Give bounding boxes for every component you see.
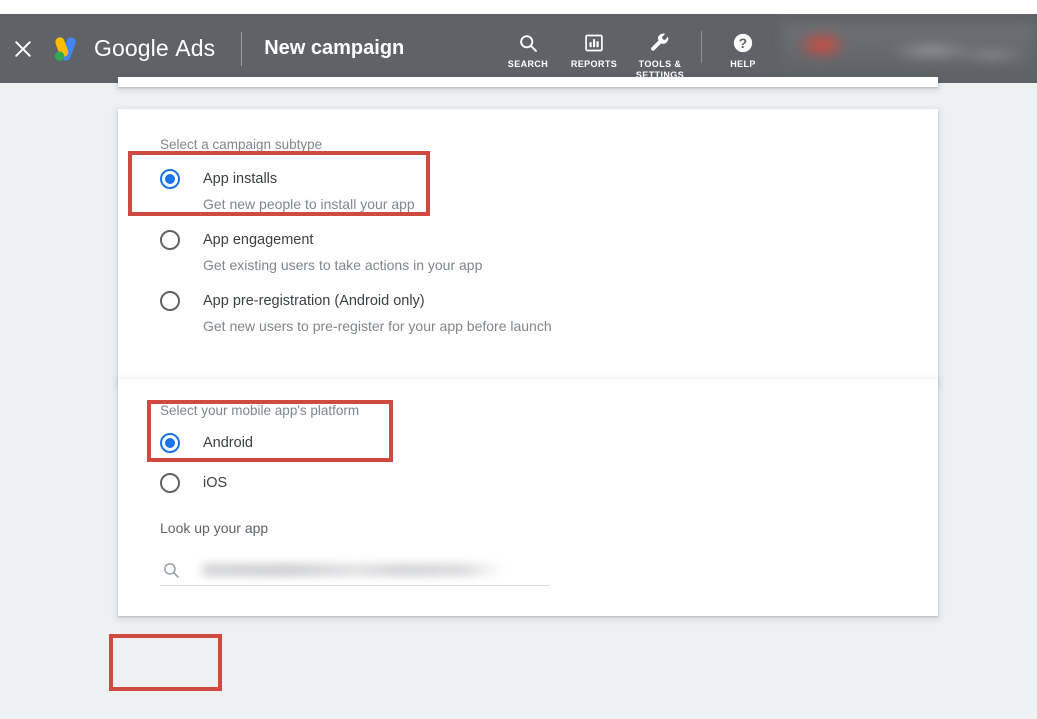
platform-option-android[interactable]: Android (160, 433, 253, 453)
campaign-setup-content: Select a campaign subtype App installs G… (0, 77, 1037, 719)
header-tool-search-label: SEARCH (507, 59, 549, 69)
page-title: New campaign (264, 37, 405, 59)
header-tool-search[interactable]: SEARCH (495, 31, 561, 70)
subtype-option-app-engagement[interactable]: App engagement Get existing users to tak… (160, 230, 482, 275)
app-header: Google Ads New campaign SEARCH REPORTS T… (0, 14, 1037, 83)
google-ads-logo-icon[interactable] (48, 32, 82, 66)
subtype-option-app-engagement-description: Get existing users to take actions in yo… (203, 257, 483, 273)
header-tools-divider (701, 31, 702, 63)
subtype-option-app-pre-registration[interactable]: App pre-registration (Android only) Get … (160, 291, 552, 336)
close-button[interactable] (0, 26, 46, 72)
brand-name: Google Ads (94, 35, 215, 62)
radio-app-engagement[interactable] (160, 230, 180, 250)
radio-android[interactable] (160, 433, 180, 453)
subtype-option-app-installs-title[interactable]: App installs (203, 169, 277, 189)
header-tool-reports[interactable]: REPORTS (561, 31, 627, 70)
google-ads-new-campaign-screen: Google Ads New campaign SEARCH REPORTS T… (0, 0, 1037, 719)
subtype-option-app-pre-registration-description: Get new users to pre-register for your a… (203, 318, 552, 334)
svg-text:?: ? (739, 36, 747, 51)
platform-option-ios[interactable]: iOS (160, 473, 227, 493)
help-question-icon: ? (732, 31, 754, 55)
subtype-option-app-pre-registration-title[interactable]: App pre-registration (Android only) (203, 291, 425, 311)
wrench-icon (649, 31, 671, 55)
reports-bar-chart-icon (584, 31, 604, 55)
header-tool-help[interactable]: ? HELP (710, 31, 776, 70)
platform-option-ios-title[interactable]: iOS (203, 473, 227, 493)
radio-ios[interactable] (160, 473, 180, 493)
campaign-subtype-label: Select a campaign subtype (160, 137, 323, 152)
brand-google: Google (94, 35, 169, 61)
app-search-value-redacted (198, 563, 504, 577)
mobile-platform-card: Select your mobile app's platform Androi… (118, 379, 938, 616)
look-up-your-app-label: Look up your app (160, 520, 269, 536)
mobile-platform-label: Select your mobile app's platform (160, 403, 360, 418)
account-info-redacted[interactable] (782, 22, 1035, 75)
campaign-subtype-card: Select a campaign subtype App installs G… (118, 109, 938, 381)
search-icon (160, 559, 182, 581)
subtype-option-app-engagement-title[interactable]: App engagement (203, 230, 313, 250)
header-tools: SEARCH REPORTS TOOLS & SETTINGS ? HELP (495, 14, 776, 83)
header-tool-tools-settings[interactable]: TOOLS & SETTINGS (627, 31, 693, 81)
search-icon (518, 31, 539, 55)
header-divider (241, 31, 243, 66)
previous-card-partial (118, 77, 938, 87)
subtype-option-app-installs-description: Get new people to install your app (203, 196, 415, 212)
browser-top-strip (0, 0, 1037, 14)
google-ads-logo-glyph (54, 36, 76, 61)
radio-app-pre-registration[interactable] (160, 291, 180, 311)
subtype-option-app-installs[interactable]: App installs Get new people to install y… (160, 169, 415, 214)
platform-option-android-title[interactable]: Android (203, 433, 253, 453)
radio-app-installs[interactable] (160, 169, 180, 189)
close-icon (15, 40, 31, 57)
brand-ads: Ads (175, 35, 216, 61)
header-tool-reports-label: REPORTS (570, 59, 618, 69)
app-search-input[interactable] (160, 555, 550, 586)
header-tool-help-label: HELP (730, 59, 756, 69)
